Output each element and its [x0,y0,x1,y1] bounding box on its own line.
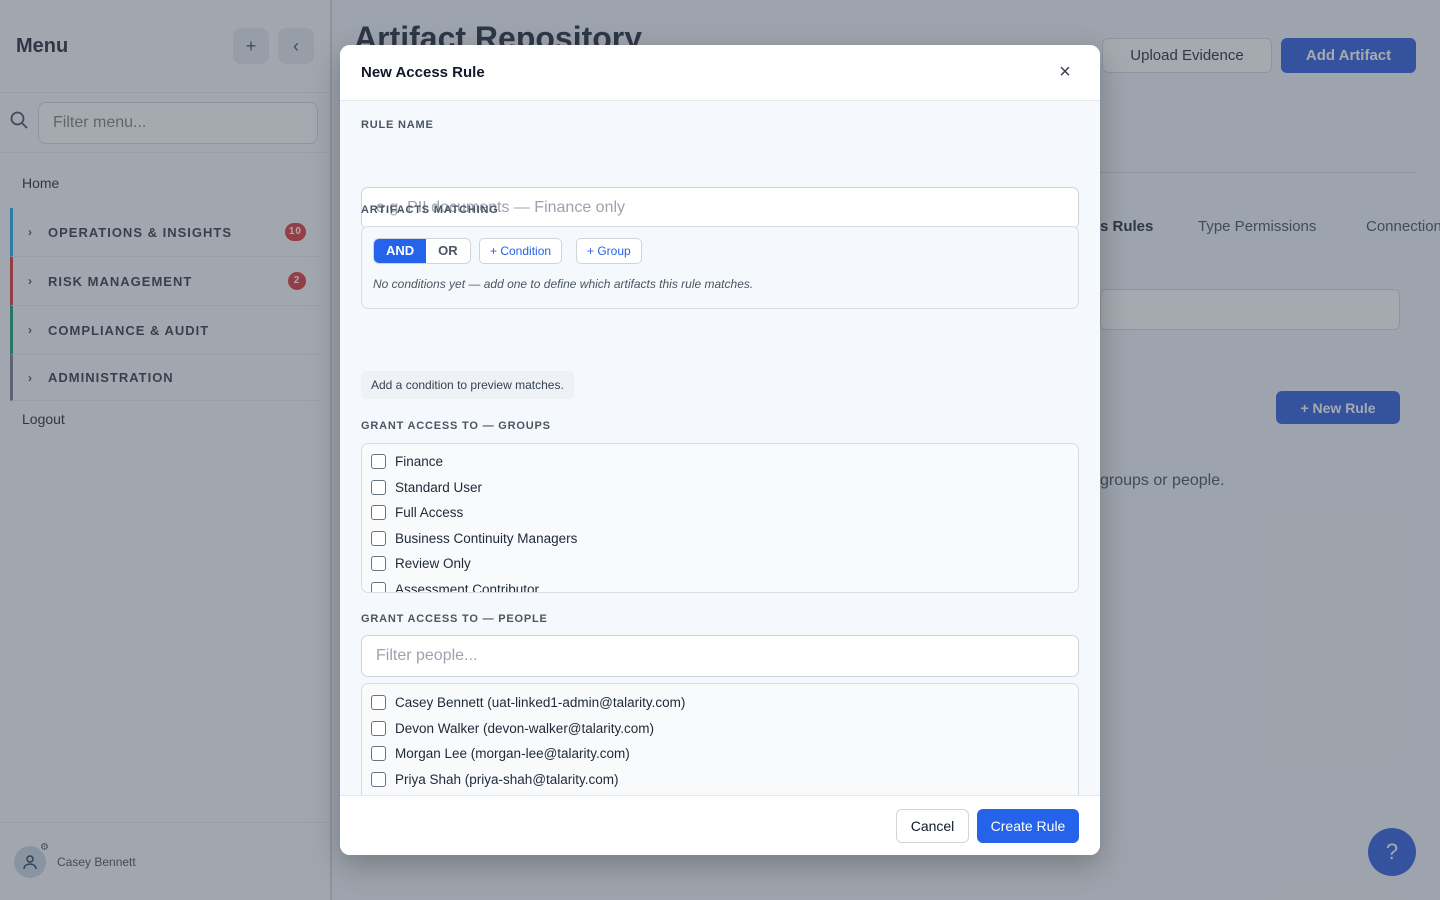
group-name: Finance [395,454,444,470]
or-toggle[interactable]: OR [426,239,470,263]
checkbox[interactable] [371,530,386,546]
group-name: Standard User [395,479,483,495]
groups-label: GRANT ACCESS TO — GROUPS [361,420,551,432]
artifacts-matching-label: ARTIFACTS MATCHING [361,204,499,216]
checkbox[interactable] [371,746,386,762]
person-name: Casey Bennett (uat-linked1-admin@talarit… [395,695,686,711]
group-name: Business Continuity Managers [395,530,578,546]
group-option[interactable]: Finance [362,449,1078,475]
checkbox[interactable] [371,479,386,495]
person-name: Priya Shah (priya-shah@talarity.com) [395,771,619,787]
person-option[interactable]: Priya Shah (priya-shah@talarity.com) [362,767,1078,793]
dialog-body: RULE NAME ARTIFACTS MATCHING AND OR + Co… [340,101,1100,825]
group-option[interactable]: Assessment Contributor [362,577,1078,593]
dialog-header: New Access Rule × [340,45,1100,101]
checkbox[interactable] [371,505,386,521]
dialog-title: New Access Rule [361,64,485,81]
people-label: GRANT ACCESS TO — PEOPLE [361,613,548,625]
checkbox[interactable] [371,556,386,572]
group-name: Assessment Contributor [395,581,540,593]
dialog-footer: Cancel Create Rule [340,795,1100,855]
preview-hint: Add a condition to preview matches. [361,371,574,399]
checkbox[interactable] [371,454,386,470]
person-option[interactable]: Casey Bennett (uat-linked1-admin@talarit… [362,690,1078,716]
person-option[interactable]: Morgan Lee (morgan-lee@talarity.com) [362,741,1078,767]
group-option[interactable]: Standard User [362,475,1078,501]
checkbox[interactable] [371,720,386,736]
no-conditions-text: No conditions yet — add one to define wh… [373,277,754,291]
group-option[interactable]: Full Access [362,500,1078,526]
cancel-button[interactable]: Cancel [896,809,969,843]
checkbox[interactable] [371,581,386,592]
person-name: Devon Walker (devon-walker@talarity.com) [395,720,655,736]
checkbox[interactable] [371,695,386,711]
group-name: Review Only [395,556,471,572]
group-option[interactable]: Review Only [362,551,1078,577]
and-or-toggle: AND OR [373,238,471,264]
add-group-button[interactable]: + Group [576,238,642,264]
group-name: Full Access [395,505,464,521]
new-access-rule-dialog: New Access Rule × RULE NAME ARTIFACTS MA… [340,45,1100,855]
rule-name-label: RULE NAME [361,119,434,131]
condition-builder: AND OR + Condition + Group No conditions… [361,226,1079,309]
filter-people-input[interactable] [361,635,1079,677]
add-condition-button[interactable]: + Condition [479,238,563,264]
person-option[interactable]: Devon Walker (devon-walker@talarity.com) [362,716,1078,742]
groups-list[interactable]: Finance Standard User Full Access Business … [361,443,1079,593]
and-toggle[interactable]: AND [374,239,427,263]
close-icon[interactable]: × [1051,61,1079,84]
group-option[interactable]: Business Continuity Managers [362,526,1078,552]
create-rule-button[interactable]: Create Rule [977,809,1079,843]
checkbox[interactable] [371,771,386,787]
person-name: Morgan Lee (morgan-lee@talarity.com) [395,746,630,762]
